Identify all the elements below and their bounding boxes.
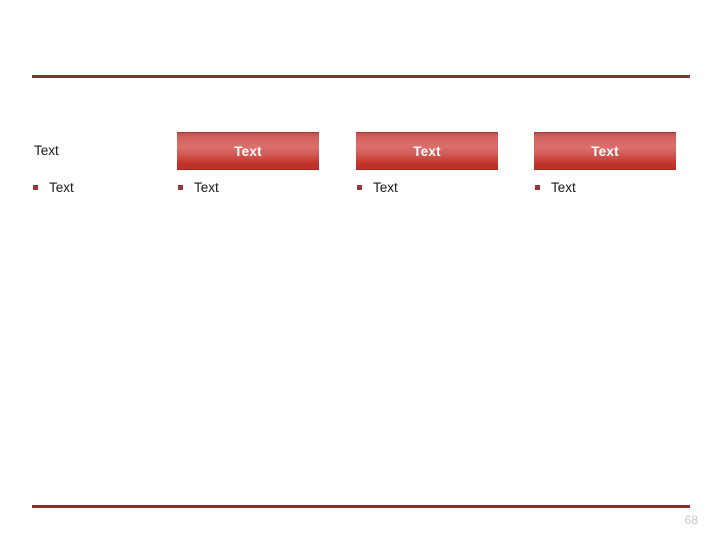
column-1-header: Text xyxy=(32,132,174,170)
column-1-bullet-label: Text xyxy=(49,180,74,195)
page-number: 68 xyxy=(684,513,698,527)
column-1-header-label: Text xyxy=(34,143,59,159)
column-4-header-button[interactable]: Text xyxy=(534,132,676,170)
column-2-header-label: Text xyxy=(234,143,262,159)
square-bullet-icon xyxy=(535,185,540,191)
square-bullet-icon xyxy=(33,185,38,191)
column-1-bullet-item: Text xyxy=(32,181,174,195)
column-4: Text Text xyxy=(534,132,676,195)
column-2-bullet-label: Text xyxy=(194,180,219,195)
square-bullet-icon xyxy=(357,185,362,191)
column-2-header-button[interactable]: Text xyxy=(177,132,319,170)
column-3-header-label: Text xyxy=(413,143,441,159)
column-2: Text Text xyxy=(177,132,319,195)
column-group: Text Text Text Text Text Text Text Text xyxy=(0,132,720,212)
column-4-bullet-label: Text xyxy=(551,180,576,195)
column-1: Text Text xyxy=(32,132,174,195)
column-2-bullet-item: Text xyxy=(177,181,319,195)
bottom-divider xyxy=(32,505,690,508)
top-divider xyxy=(32,75,690,78)
column-4-bullet-item: Text xyxy=(534,181,676,195)
column-3-header-button[interactable]: Text xyxy=(356,132,498,170)
column-3: Text Text xyxy=(356,132,498,195)
square-bullet-icon xyxy=(178,185,183,191)
column-3-bullet-label: Text xyxy=(373,180,398,195)
column-4-header-label: Text xyxy=(591,143,619,159)
slide-canvas: Text Text Text Text Text Text Text Text … xyxy=(0,0,720,540)
column-3-bullet-item: Text xyxy=(356,181,498,195)
